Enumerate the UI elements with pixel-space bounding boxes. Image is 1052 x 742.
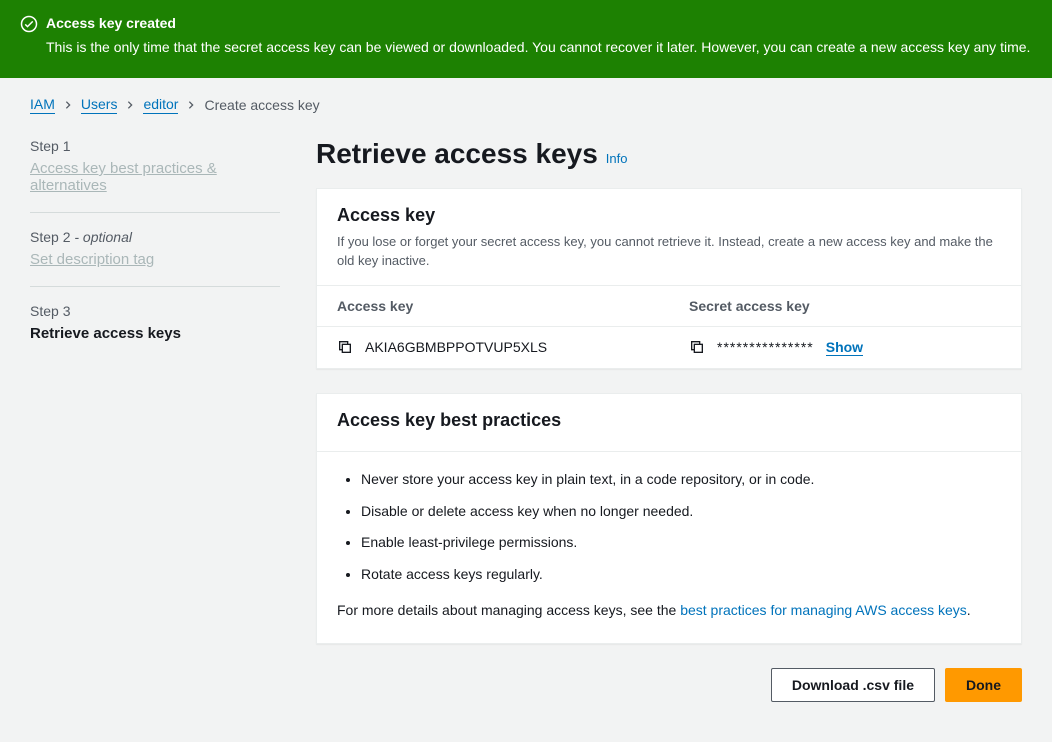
breadcrumb-editor[interactable]: editor <box>143 96 178 114</box>
wizard-sidebar: Step 1 Access key best practices & alter… <box>30 138 280 702</box>
list-item: Disable or delete access key when no lon… <box>361 502 1001 522</box>
col-header-secret: Secret access key <box>669 286 1021 326</box>
step-title: Set description tag <box>30 251 280 268</box>
breadcrumb-users[interactable]: Users <box>81 96 118 114</box>
copy-icon[interactable] <box>337 339 353 355</box>
step-title: Access key best practices & alternatives <box>30 160 280 194</box>
wizard-step-2[interactable]: Step 2 - optional Set description tag <box>30 229 280 287</box>
copy-icon[interactable] <box>689 339 705 355</box>
chevron-right-icon <box>125 97 135 113</box>
info-link[interactable]: Info <box>606 151 628 166</box>
best-practices-panel: Access key best practices Never store yo… <box>316 393 1022 644</box>
action-bar: Download .csv file Done <box>316 668 1022 702</box>
best-practices-link[interactable]: best practices for managing AWS access k… <box>680 602 967 618</box>
col-header-access-key: Access key <box>317 286 669 326</box>
download-csv-button[interactable]: Download .csv file <box>771 668 935 702</box>
wizard-step-1[interactable]: Step 1 Access key best practices & alter… <box>30 138 280 213</box>
breadcrumb-current: Create access key <box>204 97 319 113</box>
panel-title: Access key <box>337 205 1001 226</box>
banner-title: Access key created <box>46 14 1030 34</box>
chevron-right-icon <box>63 97 73 113</box>
wizard-step-3: Step 3 Retrieve access keys <box>30 303 280 360</box>
done-button[interactable]: Done <box>945 668 1022 702</box>
show-secret-link[interactable]: Show <box>826 339 863 356</box>
banner-body: This is the only time that the secret ac… <box>46 36 1030 58</box>
list-item: Never store your access key in plain tex… <box>361 470 1001 490</box>
breadcrumb-iam[interactable]: IAM <box>30 96 55 114</box>
access-key-panel: Access key If you lose or forget your se… <box>316 188 1022 369</box>
access-key-value: AKIA6GBMBPPOTVUP5XLS <box>365 339 547 355</box>
list-item: Enable least-privilege permissions. <box>361 533 1001 553</box>
page-title: Retrieve access keys Info <box>316 138 1022 170</box>
success-banner: Access key created This is the only time… <box>0 0 1052 78</box>
breadcrumb: IAM Users editor Create access key <box>30 96 1022 114</box>
secret-masked: *************** <box>717 339 814 355</box>
panel-title: Access key best practices <box>337 410 1001 431</box>
success-check-icon <box>20 15 38 33</box>
list-item: Rotate access keys regularly. <box>361 565 1001 585</box>
step-title: Retrieve access keys <box>30 325 280 342</box>
more-details-text: For more details about managing access k… <box>337 600 1001 621</box>
panel-desc: If you lose or forget your secret access… <box>337 232 1001 271</box>
chevron-right-icon <box>186 97 196 113</box>
